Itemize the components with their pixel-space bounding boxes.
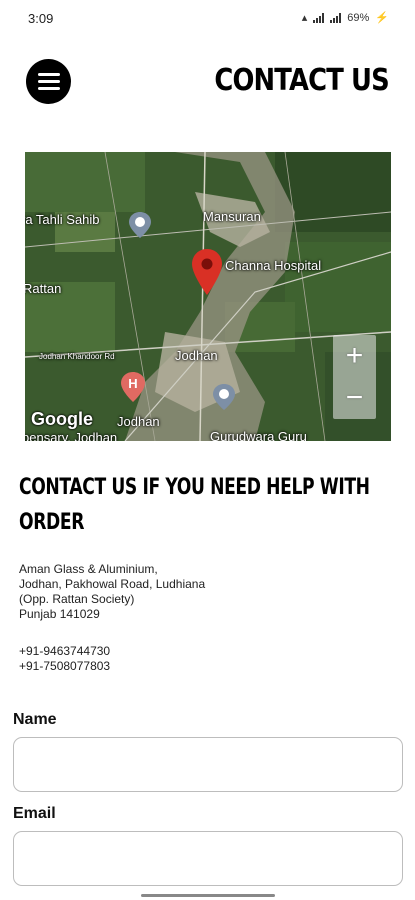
- wifi-icon: ▴: [301, 12, 308, 24]
- map-label-channa-hospital: Channa Hospital: [225, 258, 322, 273]
- map-label-tahli-sahib: ra Tahli Sahib: [25, 212, 100, 227]
- status-icons: ▴ 69% ⚡: [301, 11, 389, 25]
- map-label-gurudwara: Gurudwara Guru: [210, 429, 307, 441]
- map-pin-icon[interactable]: [192, 249, 222, 295]
- zoom-in-button[interactable]: +: [333, 335, 376, 377]
- menu-bar: [37, 73, 60, 76]
- name-label: Name: [13, 711, 57, 728]
- status-time: 3:09: [28, 11, 54, 26]
- menu-bar: [37, 87, 60, 90]
- phone-number[interactable]: +91-7508077803: [19, 659, 110, 674]
- svg-text:H: H: [128, 376, 137, 391]
- phone-block: +91-9463744730 +91-7508077803: [19, 644, 110, 674]
- map-label-jodhan-khandoor: Jodhan Khandoor Rd: [39, 352, 115, 361]
- name-input[interactable]: [13, 737, 403, 792]
- address-line: Aman Glass & Aluminium,: [19, 562, 158, 576]
- map-label-mansuran: Mansuran: [203, 209, 261, 224]
- signal-icon-2: [330, 12, 342, 23]
- temple-marker-icon[interactable]: [129, 212, 151, 238]
- map-label-jodhan-lower: Jodhan: [117, 414, 160, 429]
- google-logo: Google: [31, 409, 93, 429]
- page-title: CONTACT US: [214, 63, 390, 98]
- phone-number[interactable]: +91-9463744730: [19, 644, 110, 659]
- battery-level: 69%: [347, 11, 370, 24]
- address-line: Punjab 141029: [19, 607, 100, 621]
- hamburger-menu-icon[interactable]: [26, 59, 71, 104]
- map-label-jodhan: Jodhan: [175, 348, 218, 363]
- address-line: (Opp. Rattan Society): [19, 592, 135, 606]
- status-bar: 3:09 ▴ 69% ⚡: [0, 0, 415, 38]
- charging-icon: ⚡: [375, 12, 389, 24]
- email-label: Email: [13, 805, 56, 822]
- address-block: Aman Glass & Aluminium, Jodhan, Pakhowal…: [19, 562, 205, 622]
- zoom-out-button[interactable]: −: [333, 377, 376, 419]
- signal-icon: [313, 12, 325, 23]
- hospital-marker-icon[interactable]: H: [121, 372, 145, 402]
- home-indicator[interactable]: [141, 894, 275, 897]
- contact-heading: CONTACT US IF YOU NEED HELP WITH ORDER: [19, 475, 370, 535]
- email-input[interactable]: [13, 831, 403, 886]
- address-line: Jodhan, Pakhowal Road, Ludhiana: [19, 577, 206, 591]
- menu-bar: [37, 80, 60, 83]
- zoom-control: + −: [333, 335, 376, 419]
- map-label-dispensary: pensary, Jodhan: [25, 430, 118, 441]
- map-label-rattan: Rattan: [25, 281, 62, 296]
- gurudwara-marker-icon[interactable]: [213, 384, 235, 410]
- location-map[interactable]: ra Tahli Sahib Mansuran Channa Hospital …: [25, 152, 391, 441]
